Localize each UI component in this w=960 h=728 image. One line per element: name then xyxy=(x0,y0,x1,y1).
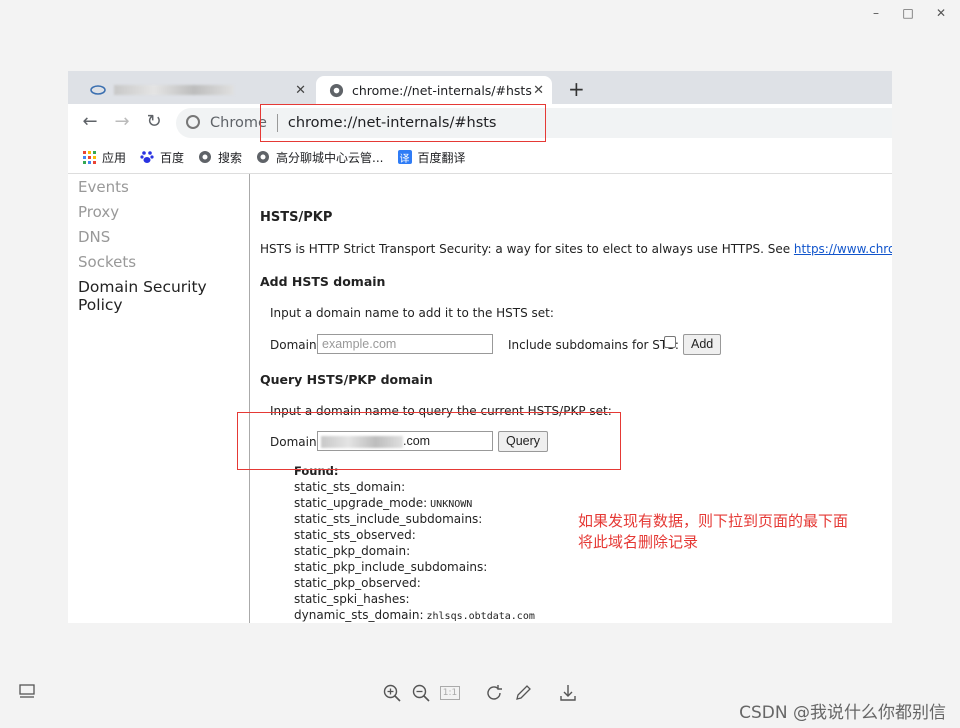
hsts-panel: HSTS/PKP HSTS is HTTP Strict Transport S… xyxy=(260,174,892,623)
zoom-out-icon[interactable] xyxy=(410,684,432,707)
result-line: static_upgrade_mode: UNKNOWN xyxy=(294,496,472,510)
add-domain-label: Domain: xyxy=(270,338,321,352)
sidebar-item-proxy[interactable]: Proxy xyxy=(78,203,119,221)
bookmark-label: 百度翻译 xyxy=(417,150,466,165)
maximize-button[interactable]: □ xyxy=(898,6,918,20)
site-favicon-icon xyxy=(90,82,106,98)
actual-size-icon[interactable]: 1:1 xyxy=(439,686,461,700)
add-hsts-desc: Input a domain name to add it to the HST… xyxy=(270,306,554,320)
annotation-line: 如果发现有数据，则下拉到页面的最下面 xyxy=(578,512,849,530)
thumbnail-panel-icon[interactable] xyxy=(16,684,38,705)
bookmark-label: 搜索 xyxy=(218,150,243,165)
result-key: static_upgrade_mode: xyxy=(294,496,428,510)
result-line: static_spki_hashes: xyxy=(294,592,413,606)
bookmark-cloud[interactable]: 高分聊城中心云管... xyxy=(256,149,384,166)
close-tab-icon[interactable]: ✕ xyxy=(295,83,306,98)
highlight-box-query xyxy=(237,412,621,470)
chrome-site-icon xyxy=(186,115,200,129)
zoom-in-icon[interactable] xyxy=(381,684,403,707)
result-line: static_pkp_domain: xyxy=(294,544,413,558)
result-key: static_pkp_observed: xyxy=(294,576,421,590)
placeholder-text: example.com xyxy=(322,337,397,351)
download-icon[interactable] xyxy=(557,684,579,707)
sidebar: Events Proxy DNS Sockets Domain Security… xyxy=(68,174,250,623)
bookmarks-bar: 应用 百度 搜索 高分聊城中心云管... 译 百度翻译 xyxy=(68,142,892,172)
result-key: static_pkp_include_subdomains: xyxy=(294,560,488,574)
reload-button[interactable]: ↻ xyxy=(142,111,166,132)
globe-icon xyxy=(256,150,270,164)
page-content: Events Proxy DNS Sockets Domain Security… xyxy=(68,173,892,623)
baidu-paw-icon xyxy=(140,150,154,164)
forward-button[interactable]: → xyxy=(110,111,134,132)
sidebar-item-events[interactable]: Events xyxy=(78,178,129,196)
section-title: HSTS/PKP xyxy=(260,210,333,225)
tab-strip: ✕ chrome://net-internals/#hsts ✕ + xyxy=(68,71,892,104)
bookmark-baidu[interactable]: 百度 xyxy=(140,149,184,166)
result-key: static_sts_domain: xyxy=(294,480,406,494)
result-key: static_pkp_domain: xyxy=(294,544,411,558)
back-button[interactable]: ← xyxy=(78,111,102,132)
hsts-intro: HSTS is HTTP Strict Transport Security: … xyxy=(260,242,892,256)
add-button[interactable]: Add xyxy=(683,334,722,355)
tab-blurred[interactable]: ✕ xyxy=(78,76,314,104)
bookmark-label: 百度 xyxy=(160,150,185,165)
result-value: zhlsqs.obtdata.com xyxy=(426,611,535,622)
chrome-favicon-icon xyxy=(328,82,344,98)
add-hsts-heading: Add HSTS domain xyxy=(260,274,386,289)
tab-label: chrome://net-internals/#hsts xyxy=(352,82,532,98)
result-line: static_sts_observed: xyxy=(294,528,419,542)
result-value: UNKNOWN xyxy=(430,499,473,510)
bookmark-apps[interactable]: 应用 xyxy=(82,149,126,166)
minimize-button[interactable]: – xyxy=(866,6,886,20)
chromium-hsts-link[interactable]: https://www.chromium.org/hsts. xyxy=(794,242,892,256)
result-key: static_sts_observed: xyxy=(294,528,416,542)
bookmark-search[interactable]: 搜索 xyxy=(198,149,242,166)
sidebar-item-sockets[interactable]: Sockets xyxy=(78,253,136,271)
result-line: static_pkp_observed: xyxy=(294,576,424,590)
annotation-note: 如果发现有数据，则下拉到页面的最下面 将此域名删除记录 xyxy=(578,511,848,553)
new-tab-button[interactable]: + xyxy=(568,77,585,101)
add-domain-input[interactable]: example.com xyxy=(317,334,493,354)
result-line: dynamic_sts_domain: zhlsqs.obtdata.com xyxy=(294,608,535,622)
result-key: dynamic_sts_domain: xyxy=(294,608,424,622)
csdn-watermark: CSDN @我说什么你都别信 xyxy=(739,703,946,723)
tab-net-internals[interactable]: chrome://net-internals/#hsts ✕ xyxy=(316,76,552,104)
blurred-tab-title xyxy=(114,85,234,95)
actual-size-label: 1:1 xyxy=(439,686,461,700)
apps-grid-icon xyxy=(82,150,96,164)
translate-icon: 译 xyxy=(397,150,412,165)
highlight-box-url xyxy=(260,104,546,142)
result-line: static_sts_include_subdomains: xyxy=(294,512,485,526)
rotate-icon[interactable] xyxy=(483,684,505,707)
result-key: static_sts_include_subdomains: xyxy=(294,512,483,526)
close-window-button[interactable]: ✕ xyxy=(931,6,951,20)
omnibox-chip: Chrome xyxy=(210,115,267,131)
close-tab-icon[interactable]: ✕ xyxy=(533,83,544,98)
result-key: static_spki_hashes: xyxy=(294,592,410,606)
bookmark-label: 应用 xyxy=(102,150,127,165)
include-subdomains-label: Include subdomains for STS: xyxy=(508,338,679,352)
intro-text: HSTS is HTTP Strict Transport Security: … xyxy=(260,242,791,256)
edit-pencil-icon[interactable] xyxy=(512,684,534,707)
globe-icon xyxy=(198,150,212,164)
result-line: static_sts_domain: xyxy=(294,480,408,494)
include-subdomains-checkbox[interactable] xyxy=(664,336,676,348)
sidebar-item-domain-security-policy[interactable]: Domain Security Policy xyxy=(78,278,249,314)
query-heading: Query HSTS/PKP domain xyxy=(260,372,433,387)
annotation-line: 将此域名删除记录 xyxy=(578,533,699,551)
browser-toolbar: ← → ↻ Chrome chrome://net-internals/#hst… xyxy=(68,104,892,142)
bookmark-translate[interactable]: 译 百度翻译 xyxy=(397,149,466,166)
sidebar-item-dns[interactable]: DNS xyxy=(78,228,110,246)
result-line: static_pkp_include_subdomains: xyxy=(294,560,490,574)
browser-window: ✕ chrome://net-internals/#hsts ✕ + ← → ↻… xyxy=(68,71,892,623)
bookmark-label: 高分聊城中心云管... xyxy=(276,150,384,165)
